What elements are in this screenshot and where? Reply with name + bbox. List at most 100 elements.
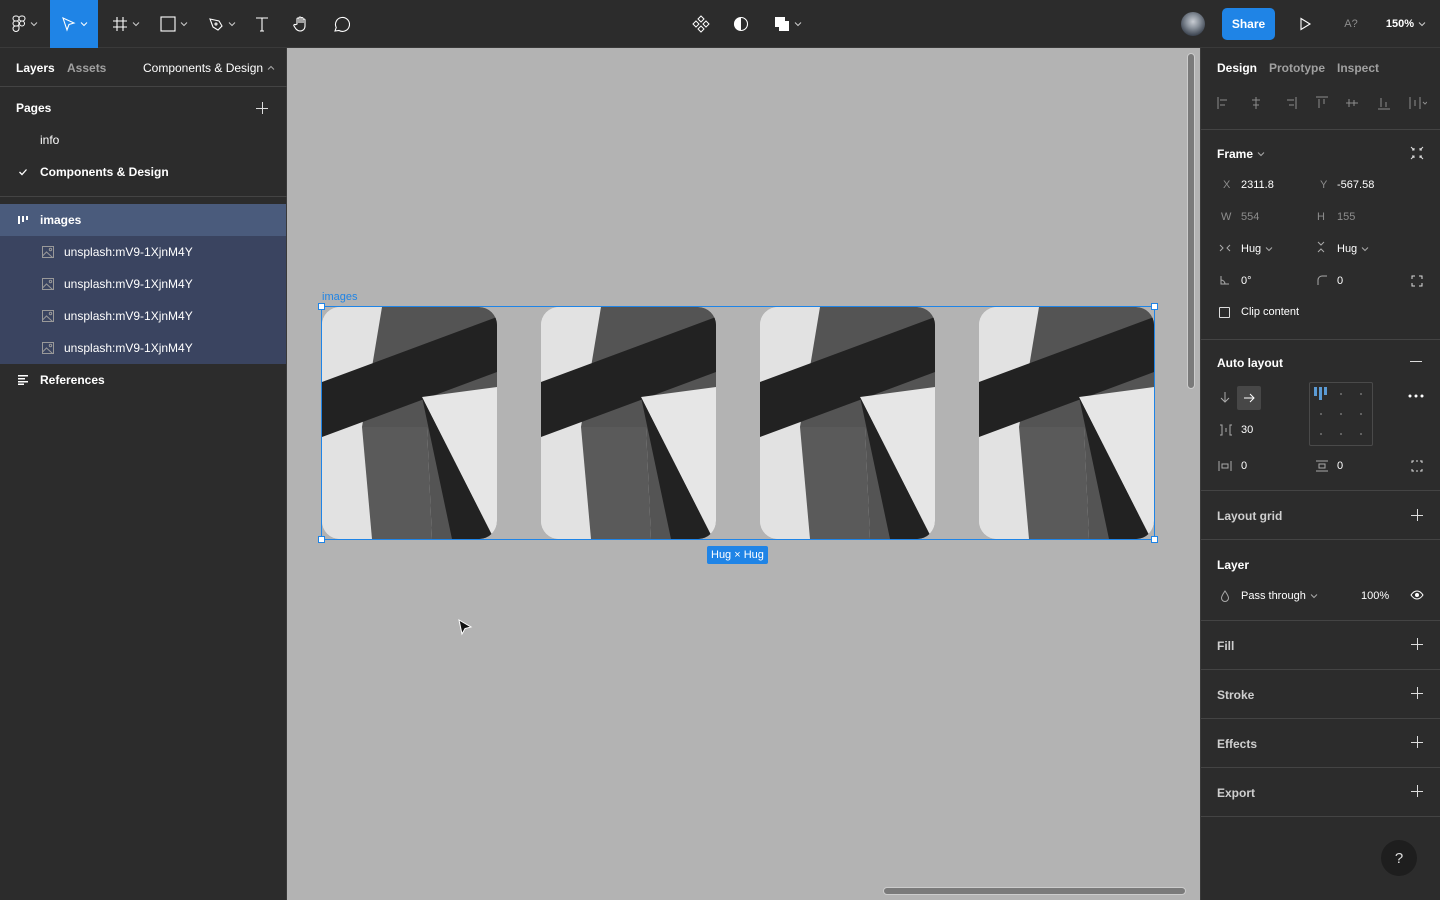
layer-row-image[interactable]: unsplash:mV9-1XjnM4Y	[0, 300, 286, 332]
arrow-down-icon[interactable]	[1220, 391, 1230, 403]
direction-horizontal-button[interactable]	[1237, 386, 1261, 410]
resize-handle-top-left[interactable]	[318, 303, 325, 310]
add-export-icon[interactable]	[1411, 785, 1423, 797]
align-bottom-icon	[1378, 98, 1390, 110]
chevron-down-icon	[1361, 247, 1369, 252]
height-input[interactable]: 155	[1337, 211, 1355, 223]
image-card[interactable]	[979, 307, 1154, 539]
image-icon	[42, 246, 54, 258]
main-menu-button[interactable]	[0, 0, 50, 48]
divider	[1201, 539, 1440, 540]
divider	[1201, 129, 1440, 130]
tab-prototype[interactable]: Prototype	[1269, 61, 1325, 75]
resize-handle-bottom-right[interactable]	[1151, 536, 1158, 543]
zoom-dropdown[interactable]: 150%	[1380, 0, 1432, 48]
page-item-components-design[interactable]: Components & Design	[0, 156, 286, 188]
x-input[interactable]: 2311.8	[1241, 179, 1274, 191]
tab-assets[interactable]: Assets	[67, 61, 106, 75]
frame-name-label[interactable]: images	[322, 291, 357, 303]
horizontal-scrollbar[interactable]	[883, 887, 1186, 895]
hand-tool-button[interactable]	[288, 0, 314, 48]
user-avatar[interactable]	[1180, 0, 1206, 48]
clip-content-label: Clip content	[1241, 306, 1300, 318]
move-tool-button[interactable]	[50, 0, 98, 48]
item-spacing-input[interactable]: 30	[1241, 424, 1253, 436]
help-label: ?	[1394, 849, 1404, 867]
independent-corners-icon[interactable]	[1411, 275, 1423, 287]
share-button[interactable]: Share	[1222, 8, 1275, 40]
boolean-operations-button[interactable]	[768, 0, 808, 48]
frame-tool-button[interactable]	[106, 0, 146, 48]
image-icon	[42, 310, 54, 322]
image-card[interactable]	[760, 307, 935, 539]
alignment-grid[interactable]	[1309, 382, 1373, 446]
page-item-info[interactable]: info	[0, 124, 286, 156]
opacity-input[interactable]: 100%	[1361, 590, 1389, 602]
more-options-icon[interactable]	[1408, 394, 1424, 398]
layer-row-image[interactable]: unsplash:mV9-1XjnM4Y	[0, 332, 286, 364]
corner-radius-input[interactable]: 0	[1337, 275, 1343, 287]
mask-button[interactable]	[728, 0, 754, 48]
layer-label: unsplash:mV9-1XjnM4Y	[64, 309, 193, 323]
h-label: H	[1317, 211, 1325, 223]
add-effect-icon[interactable]	[1411, 736, 1423, 748]
height-mode-dropdown[interactable]: Hug	[1337, 243, 1369, 255]
frame-type-dropdown[interactable]: Frame	[1217, 147, 1265, 161]
divider	[1201, 620, 1440, 621]
y-input[interactable]: -567.58	[1337, 179, 1374, 191]
stroke-title: Stroke	[1217, 688, 1255, 702]
layer-label: unsplash:mV9-1XjnM4Y	[64, 277, 193, 291]
chevron-down-icon	[1265, 247, 1273, 252]
tab-design[interactable]: Design	[1217, 61, 1257, 75]
tab-inspect[interactable]: Inspect	[1337, 61, 1379, 75]
vertical-scrollbar[interactable]	[1187, 53, 1195, 389]
alignment-toolbar[interactable]	[1217, 96, 1427, 110]
add-stroke-icon[interactable]	[1411, 687, 1423, 699]
add-page-icon[interactable]	[256, 102, 268, 114]
width-input[interactable]: 554	[1241, 211, 1259, 223]
tab-layers[interactable]: Layers	[16, 61, 55, 75]
image-icon	[42, 342, 54, 354]
resize-to-fit-icon[interactable]	[1410, 146, 1424, 160]
width-mode-dropdown[interactable]: Hug	[1241, 243, 1273, 255]
chevron-down-icon	[1418, 22, 1426, 27]
rectangle-icon	[160, 16, 176, 32]
chevron-down-icon	[180, 22, 188, 27]
shape-tool-button[interactable]	[154, 0, 194, 48]
present-button[interactable]	[1294, 0, 1316, 48]
blend-mode-dropdown[interactable]: Pass through	[1241, 590, 1318, 602]
abstract-photo-image	[979, 307, 1154, 539]
canvas[interactable]: images Hug × Hug	[287, 48, 1200, 900]
divider	[1201, 816, 1440, 817]
pen-tool-button[interactable]	[202, 0, 242, 48]
missing-fonts-button[interactable]: A?	[1336, 0, 1366, 48]
layer-row-image[interactable]: unsplash:mV9-1XjnM4Y	[0, 236, 286, 268]
add-fill-icon[interactable]	[1411, 638, 1423, 650]
visibility-eye-icon[interactable]	[1410, 590, 1424, 600]
auto-layout-title: Auto layout	[1217, 356, 1283, 370]
image-card[interactable]	[322, 307, 497, 539]
divider	[1201, 339, 1440, 340]
remove-auto-layout-icon[interactable]	[1410, 361, 1422, 362]
layer-row-image[interactable]: unsplash:mV9-1XjnM4Y	[0, 268, 286, 300]
chevron-down-icon	[1257, 152, 1265, 157]
horizontal-padding-input[interactable]: 0	[1241, 460, 1247, 472]
layer-row-images[interactable]: images	[0, 204, 286, 236]
individual-padding-icon[interactable]	[1411, 460, 1423, 472]
components-button[interactable]	[688, 0, 714, 48]
rotation-input[interactable]: 0°	[1241, 275, 1252, 287]
add-layout-grid-icon[interactable]	[1411, 509, 1423, 521]
resize-handle-top-right[interactable]	[1151, 303, 1158, 310]
comment-tool-button[interactable]	[328, 0, 354, 48]
help-button[interactable]: ?	[1381, 840, 1417, 876]
page-switcher-dropdown[interactable]: Components & Design	[143, 61, 275, 75]
avatar-image	[1181, 12, 1205, 36]
clip-content-checkbox[interactable]	[1219, 307, 1230, 318]
layer-row-references[interactable]: References	[0, 364, 286, 396]
image-card[interactable]	[541, 307, 716, 539]
text-tool-button[interactable]	[250, 0, 274, 48]
blend-mode-value: Pass through	[1241, 590, 1306, 602]
fill-title: Fill	[1217, 639, 1235, 653]
resize-handle-bottom-left[interactable]	[318, 536, 325, 543]
vertical-padding-input[interactable]: 0	[1337, 460, 1343, 472]
